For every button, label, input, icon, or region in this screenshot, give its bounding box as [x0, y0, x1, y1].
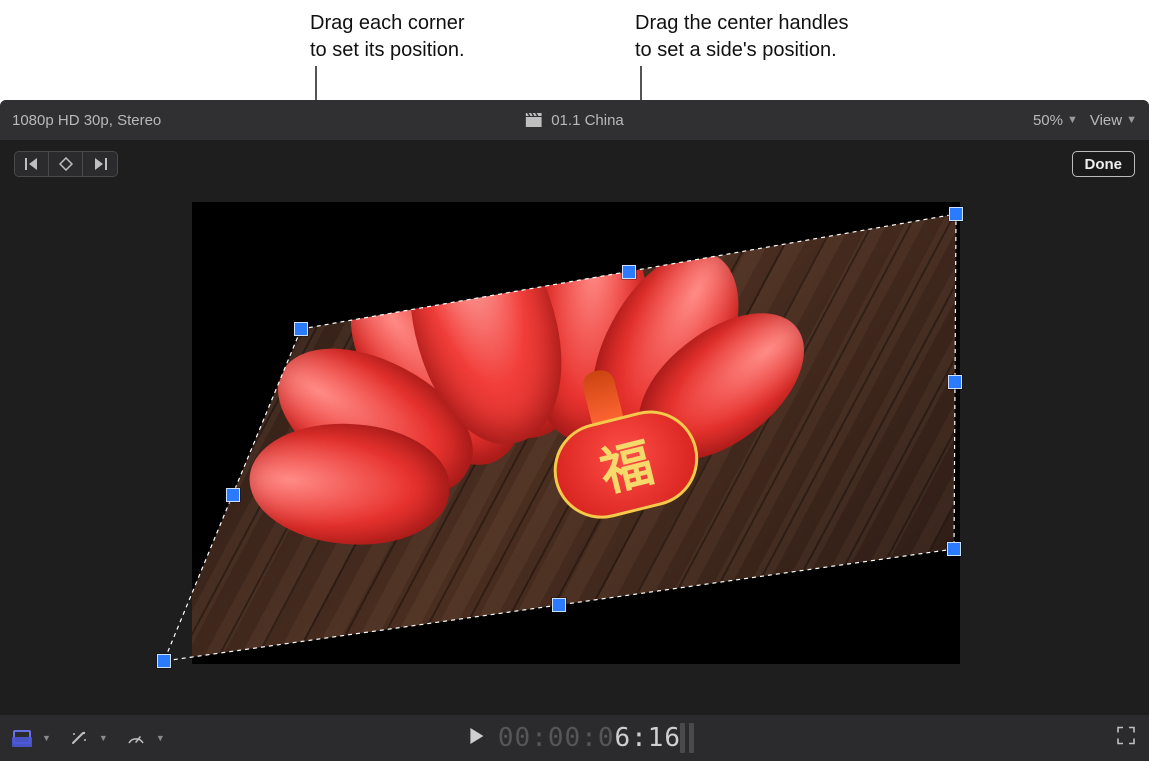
timecode-display: 00:00:06:16 [468, 723, 681, 753]
timecode-active: 6:16 [614, 723, 681, 753]
done-button[interactable]: Done [1072, 151, 1136, 177]
timecode-value[interactable]: 00:00:06:16 [498, 723, 681, 753]
viewer-canvas[interactable]: 福 [192, 202, 960, 664]
audio-meter-bar [680, 723, 685, 753]
fullscreen-button[interactable] [1117, 727, 1135, 750]
magic-wand-icon [69, 729, 89, 747]
callout-corner-l1: Drag each corner [310, 10, 465, 37]
callout-corner: Drag each corner to set its position. [310, 10, 465, 64]
crop-transform-icon [12, 729, 32, 747]
play-button[interactable] [468, 727, 484, 750]
viewer-area: 福 [0, 180, 1149, 715]
chevron-down-icon: ▼ [99, 733, 108, 743]
format-label: 1080p HD 30p, Stereo [12, 112, 161, 129]
chevron-down-icon: ▼ [42, 733, 51, 743]
chevron-down-icon: ▼ [1126, 114, 1137, 126]
transform-tool-dropdown[interactable]: ▼ [12, 729, 51, 747]
viewer-panel: 1080p HD 30p, Stereo 01.1 China 50% ▼ Vi… [0, 100, 1149, 761]
retime-tool-dropdown[interactable]: ▼ [126, 729, 165, 747]
chevron-down-icon: ▼ [156, 733, 165, 743]
next-keyframe-button[interactable] [83, 152, 117, 176]
callout-corner-l2: to set its position. [310, 37, 465, 64]
prev-keyframe-button[interactable] [15, 152, 49, 176]
speedometer-icon [126, 729, 146, 747]
view-label: View [1090, 112, 1122, 129]
view-dropdown[interactable]: View ▼ [1090, 112, 1137, 129]
callout-center: Drag the center handles to set a side's … [635, 10, 848, 64]
clapperboard-icon [525, 113, 541, 127]
chevron-down-icon: ▼ [1067, 114, 1078, 126]
audio-meter-bar [689, 723, 694, 753]
timecode-gray: 00:00:0 [498, 723, 615, 753]
fu-character: 福 [591, 420, 660, 505]
audio-meter[interactable] [680, 723, 694, 753]
keyframe-nav [14, 151, 118, 177]
callouts-region: Drag each corner to set its position. Dr… [0, 0, 1149, 100]
callout-center-l2: to set a side's position. [635, 37, 848, 64]
add-keyframe-button[interactable] [49, 152, 83, 176]
viewer-topbar: 1080p HD 30p, Stereo 01.1 China 50% ▼ Vi… [0, 100, 1149, 140]
clip-title: 01.1 China [551, 112, 624, 129]
viewer-subbar: Done [0, 140, 1149, 180]
callout-center-l1: Drag the center handles [635, 10, 848, 37]
viewer-bottombar: ▼ ▼ ▼ 00:00:06:16 [0, 715, 1149, 761]
zoom-value: 50% [1033, 112, 1063, 129]
distorted-image[interactable]: 福 [192, 202, 960, 664]
enhance-tool-dropdown[interactable]: ▼ [69, 729, 108, 747]
corner-handle-bottom-left[interactable] [157, 654, 171, 668]
zoom-dropdown[interactable]: 50% ▼ [1033, 112, 1078, 129]
